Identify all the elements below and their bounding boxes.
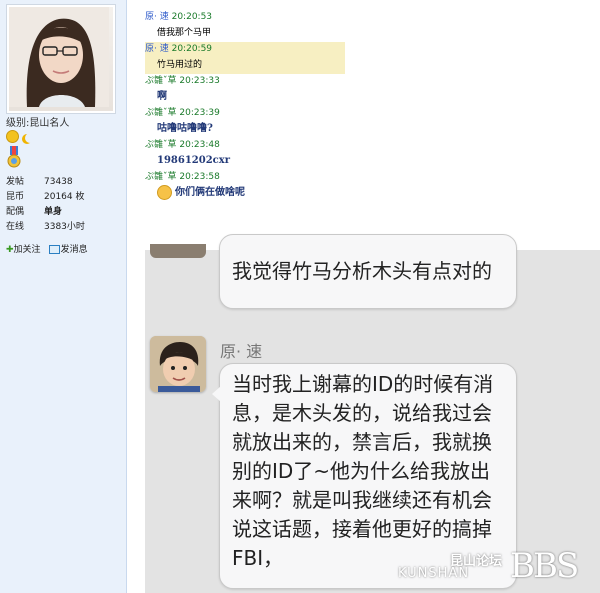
sun-icon [6, 130, 19, 143]
stat-row-online: 在线 3383小时 [6, 220, 85, 235]
message-time: 20:23:39 [179, 108, 220, 118]
worried-face-icon [157, 185, 172, 200]
bubble-tail [212, 386, 221, 402]
stat-value: 3383小时 [44, 222, 85, 232]
sender-name: ぷ雛ˇ草 [145, 108, 177, 118]
rank-icons [6, 128, 35, 147]
qq-chat-log: 原· 速 20:20:53 借我那个马甲 原· 速 20:20:59 竹马用过的… [145, 10, 345, 202]
stat-label: 发帖 [6, 177, 25, 187]
chat-message: ぷ雛ˇ草 20:23:33 啊 [145, 74, 345, 106]
sender-name: 原· 速 [145, 44, 169, 54]
chat-sender-name: 原· 速 [220, 342, 263, 361]
message-time: 20:23:33 [179, 76, 220, 86]
watermark-bbs: BBS [510, 546, 579, 586]
sender-name: ぷ雛ˇ草 [145, 140, 177, 150]
sender-name: 原· 速 [145, 12, 169, 22]
message-text: 19861202cxr [157, 155, 230, 166]
rank-line: 级别:昆山名人 [6, 114, 69, 129]
message-header: 原· 速 20:20:59 [145, 42, 345, 56]
stat-value: 20164 枚 [44, 192, 85, 202]
message-header: ぷ雛ˇ草 20:23:58 [145, 170, 345, 184]
envelope-icon [48, 245, 60, 254]
child-avatar-icon [150, 336, 206, 392]
profile-actions: ✚加关注 发消息 [6, 242, 96, 255]
user-avatar[interactable] [6, 4, 116, 114]
user-stats: 发帖 73438 昆币 20164 枚 配偶 单身 在线 3383小时 [6, 175, 85, 235]
watermark-en: KUNSHAN [398, 566, 470, 581]
message-text-row: 你们俩在做啥呢 [145, 184, 345, 202]
message-text: 借我那个马甲 [157, 28, 212, 38]
bubble-text: 我觉得竹马分析木头有点对的 [232, 259, 492, 283]
plus-icon: ✚ [6, 245, 14, 255]
medal-icon [7, 146, 21, 168]
message-time: 20:23:48 [179, 140, 220, 150]
stat-label: 配偶 [6, 207, 25, 217]
stat-label: 在线 [6, 222, 25, 232]
stat-row-posts: 发帖 73438 [6, 175, 85, 190]
user-profile-sidebar: 级别:昆山名人 发帖 73438 昆币 20164 枚 配偶 单身 在线 3383小时 … [0, 0, 127, 593]
send-message-button[interactable]: 发消息 [48, 242, 88, 255]
chat-message: ぷ雛ˇ草 20:23:48 19861202cxr [145, 138, 345, 170]
message-time: 20:23:58 [179, 172, 220, 182]
stat-value: 单身 [44, 207, 63, 217]
avatar-portrait-icon [9, 7, 109, 107]
chat-message: ぷ雛ˇ草 20:23:58 你们俩在做啥呢 [145, 170, 345, 202]
message-header: ぷ雛ˇ草 20:23:48 [145, 138, 345, 152]
follow-button[interactable]: ✚加关注 [6, 242, 41, 255]
rank-value: 昆山名人 [29, 118, 70, 129]
message-text: 啊 [157, 91, 167, 102]
stat-row-coins: 昆币 20164 枚 [6, 190, 85, 205]
chat-message: 原· 速 20:20:53 借我那个马甲 [145, 10, 345, 42]
stat-label: 昆币 [6, 192, 25, 202]
message-text: 咕噜咕噜噜? [157, 123, 213, 134]
previous-sender-avatar [150, 244, 206, 258]
message-label: 发消息 [60, 245, 88, 255]
sender-name: ぷ雛ˇ草 [145, 172, 177, 182]
message-header: ぷ雛ˇ草 20:23:39 [145, 106, 345, 120]
forum-watermark: 昆山论坛 KUNSHAN BBS [398, 546, 598, 592]
phone-chat-screenshot: 我觉得竹马分析木头有点对的 原· 速 当时我上谢幕的ID的时候有消息，是木头发的… [145, 234, 600, 593]
message-text: 你们俩在做啥呢 [175, 187, 245, 198]
stat-row-spouse: 配偶 单身 [6, 205, 85, 220]
message-header: ぷ雛ˇ草 20:23:33 [145, 74, 345, 88]
message-text: 竹马用过的 [145, 56, 345, 74]
message-time: 20:20:53 [171, 12, 213, 22]
avatar-photo [9, 7, 113, 111]
sender-name: ぷ雛ˇ草 [145, 76, 177, 86]
moon-icon [25, 133, 35, 143]
stat-value: 73438 [44, 177, 73, 187]
chat-message: 原· 速 20:20:59 竹马用过的 [145, 42, 345, 74]
bubble-text: 当时我上谢幕的ID的时候有消息，是木头发的，说给我过会就放出来的，禁言后，我就换… [232, 372, 494, 570]
chat-message: ぷ雛ˇ草 20:23:39 咕噜咕噜噜? [145, 106, 345, 138]
chat-bubble: 我觉得竹马分析木头有点对的 [219, 234, 517, 309]
message-time: 20:20:59 [171, 44, 213, 54]
sender-avatar[interactable] [150, 336, 206, 392]
message-header: 原· 速 20:20:53 [145, 10, 345, 24]
follow-label: 加关注 [13, 245, 41, 255]
